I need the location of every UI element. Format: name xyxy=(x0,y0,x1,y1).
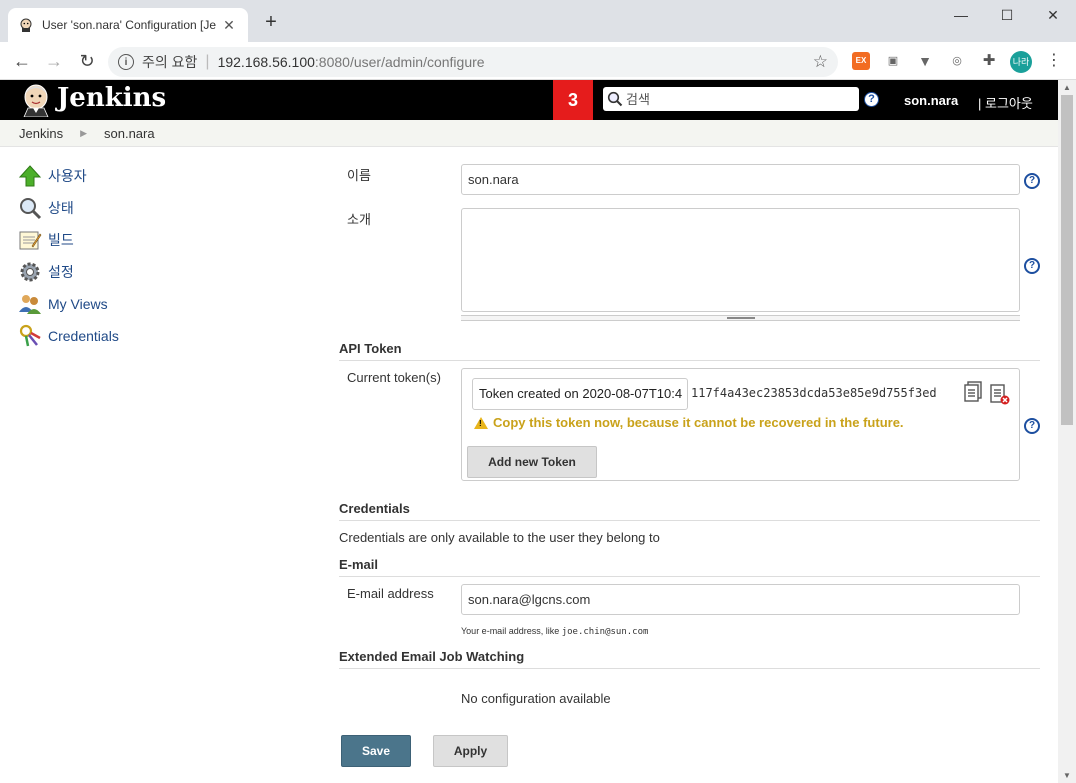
sidebar-item-builds[interactable]: 빌드 xyxy=(18,224,218,256)
screen-extension-icon[interactable]: ▣ xyxy=(884,52,902,70)
logout-link[interactable]: | 로그아웃 xyxy=(978,93,1033,112)
puzzle-extensions-icon[interactable]: ✚ xyxy=(980,52,998,70)
address-bar[interactable]: i 주의 요함 | 192.168.56.100 :8080/user/admi… xyxy=(108,47,838,77)
profile-avatar[interactable]: 나라 xyxy=(1010,51,1032,73)
ex-extension-icon[interactable]: EX xyxy=(852,52,870,70)
scrollbar-thumb[interactable] xyxy=(1061,95,1073,425)
search-icon xyxy=(607,91,623,107)
sidebar-item-label: 사용자 xyxy=(48,168,87,184)
sidebar-item-label: Credentials xyxy=(48,328,119,344)
magnifier-icon xyxy=(20,198,42,220)
forward-arrow-icon[interactable]: → xyxy=(42,49,66,73)
url-separator: | xyxy=(205,53,210,70)
window-close-icon[interactable]: ✕ xyxy=(1030,4,1076,26)
token-warning-text: Copy this token now, because it cannot b… xyxy=(493,415,904,430)
sidebar-item-users[interactable]: 사용자 xyxy=(18,160,218,192)
save-button[interactable]: Save xyxy=(341,735,411,767)
info-icon[interactable]: i xyxy=(118,54,134,70)
sidebar-item-status[interactable]: 상태 xyxy=(18,192,218,224)
search-input[interactable] xyxy=(626,91,846,107)
scroll-up-arrow-icon[interactable]: ▲ xyxy=(1058,80,1076,95)
section-divider xyxy=(339,520,1040,521)
email-heading: E-mail xyxy=(339,557,379,572)
description-help-icon[interactable]: ? xyxy=(1024,258,1040,274)
vue-extension-icon[interactable]: ▼ xyxy=(916,52,934,70)
up-arrow-icon xyxy=(18,165,42,187)
email-hint-example: joe.chin@sun.com xyxy=(561,627,649,637)
url-path: :8080/user/admin/configure xyxy=(314,54,485,70)
credentials-text: Credentials are only available to the us… xyxy=(339,530,660,545)
token-panel: Token created on 2020-08-07T10:4 117f4a4… xyxy=(461,368,1020,481)
current-tokens-label: Current token(s) xyxy=(347,370,441,385)
scroll-down-arrow-icon[interactable]: ▼ xyxy=(1058,768,1076,783)
new-tab-button[interactable]: + xyxy=(260,12,282,32)
api-token-heading: API Token xyxy=(339,341,402,356)
security-warning: 주의 요함 xyxy=(142,54,198,70)
back-arrow-icon[interactable]: ← xyxy=(10,49,34,73)
api-token-help-icon[interactable]: ? xyxy=(1024,418,1040,434)
warning-icon: ! xyxy=(474,416,488,429)
jenkins-favicon-icon xyxy=(20,18,32,32)
browser-tab[interactable]: User 'son.nara' Configuration [Je ✕ xyxy=(8,8,248,42)
section-divider xyxy=(339,668,1040,669)
minimize-icon[interactable]: — xyxy=(938,4,984,26)
notepad-icon xyxy=(19,231,42,250)
tab-close-icon[interactable]: ✕ xyxy=(220,17,238,34)
keys-icon xyxy=(19,324,41,347)
sidebar-item-configure[interactable]: 설정 xyxy=(18,256,218,288)
section-divider xyxy=(339,576,1040,577)
current-user-link[interactable]: son.nara xyxy=(904,93,958,108)
breadcrumb: Jenkins ▶ son.nara xyxy=(0,120,1058,147)
jenkins-title[interactable]: Jenkins xyxy=(57,83,166,113)
email-hint: Your e-mail address, like joe.chin@sun.c… xyxy=(461,626,648,637)
page-scrollbar[interactable]: ▲ ▼ xyxy=(1058,80,1076,783)
browser-tab-strip: User 'son.nara' Configuration [Je ✕ + — … xyxy=(0,0,1076,42)
notification-badge[interactable]: 3 xyxy=(553,80,593,120)
email-address-label: E-mail address xyxy=(347,586,434,601)
jenkins-header: Jenkins 3 ? son.nara | 로그아웃 xyxy=(0,80,1058,120)
tab-title: User 'son.nara' Configuration [Je xyxy=(42,18,217,32)
token-warning: ! Copy this token now, because it cannot… xyxy=(474,415,904,430)
name-help-icon[interactable]: ? xyxy=(1024,173,1040,189)
email-input[interactable] xyxy=(461,584,1020,615)
section-divider xyxy=(339,360,1040,361)
search-box xyxy=(603,87,859,111)
jenkins-logo-icon[interactable] xyxy=(18,83,54,117)
header-help-icon[interactable]: ? xyxy=(864,92,879,107)
extended-email-heading: Extended Email Job Watching xyxy=(339,649,525,664)
breadcrumb-user[interactable]: son.nara xyxy=(104,126,155,141)
maximize-icon[interactable]: ☐ xyxy=(984,4,1030,26)
credentials-heading: Credentials xyxy=(339,501,410,516)
sidebar-item-label: 상태 xyxy=(48,200,74,216)
apply-button[interactable]: Apply xyxy=(433,735,508,767)
sidebar-item-credentials[interactable]: Credentials xyxy=(18,320,218,352)
name-input[interactable] xyxy=(461,164,1020,195)
sidebar-item-my-views[interactable]: My Views xyxy=(18,288,218,320)
sidebar-item-label: 빌드 xyxy=(48,232,74,248)
sidebar-item-label: My Views xyxy=(48,296,108,312)
copy-token-icon[interactable] xyxy=(964,381,984,403)
people-icon xyxy=(19,295,41,314)
bookmark-star-icon[interactable]: ☆ xyxy=(813,52,828,72)
revoke-token-icon[interactable] xyxy=(990,383,1010,405)
no-configuration-text: No configuration available xyxy=(461,691,611,706)
menu-dots-icon[interactable]: ⋮ xyxy=(1046,51,1062,71)
description-label: 소개 xyxy=(347,212,371,227)
gear-icon xyxy=(20,262,40,282)
url-host: 192.168.56.100 xyxy=(217,54,315,70)
side-panel: 사용자 상태 빌드 설정 My Views Credentials xyxy=(18,160,218,352)
breadcrumb-chevron-icon: ▶ xyxy=(80,127,87,138)
description-textarea[interactable] xyxy=(461,208,1020,312)
token-name-field[interactable]: Token created on 2020-08-07T10:4 xyxy=(472,378,688,410)
token-value: 117f4a43ec23853dcda53e85e9d755f3ed xyxy=(691,386,937,400)
name-label: 이름 xyxy=(347,168,371,183)
sidebar-item-label: 설정 xyxy=(48,264,74,280)
email-hint-text: Your e-mail address, like xyxy=(461,626,562,636)
textarea-resize-grip[interactable] xyxy=(461,315,1020,321)
reload-icon[interactable]: ↻ xyxy=(75,49,99,73)
add-new-token-button[interactable]: Add new Token xyxy=(467,446,597,478)
breadcrumb-jenkins[interactable]: Jenkins xyxy=(19,126,63,141)
browser-toolbar: ← → ↻ i 주의 요함 | 192.168.56.100 :8080/use… xyxy=(0,42,1076,80)
mouse-extension-icon[interactable]: ◎ xyxy=(948,52,966,70)
